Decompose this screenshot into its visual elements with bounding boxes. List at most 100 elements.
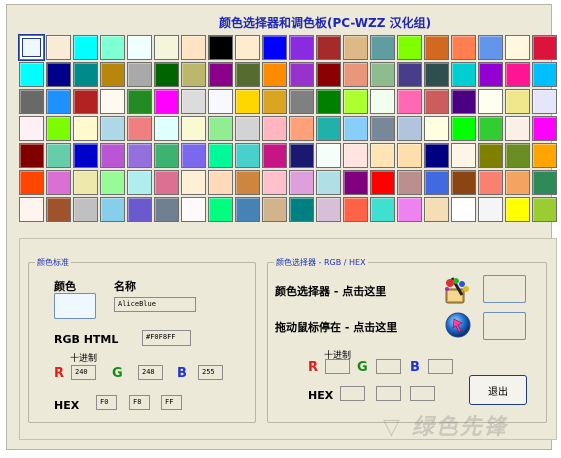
color-swatch[interactable] [127,89,152,114]
picker-hex-r-field[interactable] [340,386,365,401]
color-swatch[interactable] [478,143,503,168]
color-swatch[interactable] [100,116,125,141]
color-swatch[interactable] [397,143,422,168]
color-swatch[interactable] [343,62,368,87]
color-swatch[interactable] [289,143,314,168]
color-swatch[interactable] [235,170,260,195]
color-swatch[interactable] [154,170,179,195]
color-swatch[interactable] [73,197,98,222]
color-swatch[interactable] [451,197,476,222]
color-swatch[interactable] [505,62,530,87]
color-swatch[interactable] [46,143,71,168]
color-swatch[interactable] [451,116,476,141]
hex-g-field[interactable]: F8 [129,395,150,410]
color-swatch[interactable] [451,62,476,87]
picker-hex-b-field[interactable] [410,386,435,401]
color-swatch[interactable] [424,116,449,141]
color-swatch[interactable] [289,89,314,114]
color-swatch[interactable] [181,89,206,114]
color-swatch[interactable] [262,143,287,168]
color-swatch[interactable] [181,116,206,141]
color-swatch[interactable] [397,116,422,141]
color-swatch[interactable] [208,116,233,141]
color-swatch[interactable] [316,62,341,87]
color-swatch[interactable] [127,143,152,168]
color-swatch[interactable] [208,170,233,195]
color-swatch[interactable] [19,197,44,222]
color-swatch[interactable] [235,62,260,87]
color-swatch[interactable] [46,35,71,60]
color-swatch[interactable] [73,143,98,168]
color-swatch[interactable] [262,35,287,60]
color-swatch[interactable] [208,35,233,60]
color-swatch[interactable] [19,116,44,141]
color-swatch[interactable] [19,143,44,168]
color-swatch[interactable] [370,197,395,222]
color-swatch[interactable] [397,89,422,114]
color-swatch[interactable] [316,35,341,60]
color-swatch[interactable] [343,89,368,114]
color-swatch[interactable] [370,170,395,195]
color-swatch[interactable] [208,197,233,222]
color-swatch[interactable] [370,143,395,168]
color-swatch[interactable] [181,62,206,87]
color-swatch[interactable] [343,197,368,222]
color-swatch[interactable] [532,35,557,60]
color-swatch[interactable] [370,62,395,87]
color-swatch[interactable] [235,35,260,60]
color-swatch[interactable] [235,197,260,222]
color-name-field[interactable]: AliceBlue [114,297,196,312]
color-swatch[interactable] [451,143,476,168]
color-swatch[interactable] [397,62,422,87]
color-swatch[interactable] [478,89,503,114]
color-swatch[interactable] [397,197,422,222]
color-swatch[interactable] [100,35,125,60]
color-swatch[interactable] [100,143,125,168]
color-swatch[interactable] [343,35,368,60]
color-swatch[interactable] [289,170,314,195]
color-swatch[interactable] [262,89,287,114]
color-swatch[interactable] [235,116,260,141]
color-swatch[interactable] [289,35,314,60]
color-swatch[interactable] [18,34,45,61]
color-swatch[interactable] [532,170,557,195]
color-swatch[interactable] [262,170,287,195]
picker-b-field[interactable] [428,359,453,374]
color-swatch[interactable] [532,62,557,87]
color-swatch[interactable] [262,62,287,87]
color-swatch[interactable] [316,89,341,114]
hex-b-field[interactable]: FF [161,395,182,410]
color-swatch[interactable] [343,116,368,141]
color-swatch[interactable] [127,170,152,195]
color-swatch[interactable] [532,197,557,222]
color-swatch[interactable] [154,35,179,60]
color-swatch[interactable] [19,170,44,195]
color-swatch[interactable] [46,197,71,222]
color-swatch[interactable] [532,116,557,141]
color-swatch[interactable] [316,143,341,168]
rgb-html-field[interactable]: #F0F8FF [142,330,191,346]
color-swatch[interactable] [424,62,449,87]
color-swatch[interactable] [100,62,125,87]
color-swatch[interactable] [208,89,233,114]
drag-picker-icon[interactable] [444,311,472,339]
color-swatch[interactable] [208,62,233,87]
color-swatch[interactable] [100,170,125,195]
color-swatch[interactable] [127,197,152,222]
color-swatch[interactable] [532,89,557,114]
color-swatch[interactable] [343,143,368,168]
color-swatch[interactable] [505,89,530,114]
color-swatch[interactable] [478,170,503,195]
color-swatch[interactable] [127,116,152,141]
color-swatch[interactable] [73,116,98,141]
color-swatch[interactable] [424,89,449,114]
color-swatch[interactable] [73,62,98,87]
color-swatch[interactable] [154,116,179,141]
color-swatch[interactable] [19,62,44,87]
color-swatch[interactable] [370,35,395,60]
color-swatch[interactable] [532,143,557,168]
color-swatch[interactable] [370,116,395,141]
color-swatch[interactable] [73,89,98,114]
g-value-field[interactable]: 248 [138,365,163,380]
color-swatch[interactable] [46,116,71,141]
